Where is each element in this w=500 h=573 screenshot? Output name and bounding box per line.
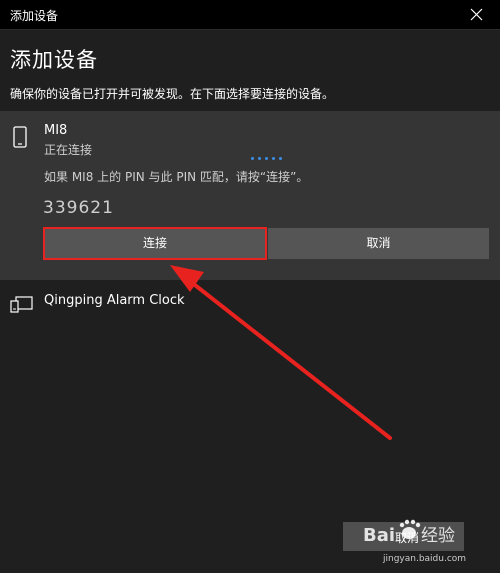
page-subtitle: 确保你的设备已打开并可被发现。在下面选择要连接的设备。 — [10, 87, 335, 101]
close-button[interactable] — [454, 0, 500, 29]
display-icon — [10, 296, 33, 313]
window-title: 添加设备 — [10, 9, 59, 23]
baidu-watermark-logo: Bai 经验 — [363, 519, 455, 546]
pin-code: 339621 — [43, 198, 114, 218]
svg-text:经验: 经验 — [421, 526, 455, 546]
progress-dots — [251, 157, 291, 163]
device-name: MI8 — [44, 123, 68, 138]
device-item-qingping[interactable]: Qingping Alarm Clock — [0, 288, 500, 320]
pin-prompt: 如果 MI8 上的 PIN 与此 PIN 匹配，请按“连接”。 — [44, 170, 309, 184]
device-name: Qingping Alarm Clock — [44, 293, 185, 308]
cancel-button[interactable]: 取消 — [268, 228, 489, 259]
phone-icon — [13, 126, 27, 148]
watermark-url: jingyan.baidu.com — [383, 554, 467, 564]
device-item-mi8[interactable]: MI8 正在连接 如果 MI8 上的 PIN 与此 PIN 匹配，请按“连接”。… — [0, 111, 500, 280]
close-icon — [470, 8, 483, 21]
title-bar: 添加设备 — [0, 0, 500, 30]
device-status: 正在连接 — [44, 143, 93, 157]
connect-button[interactable]: 连接 — [43, 227, 267, 260]
page-title: 添加设备 — [10, 48, 98, 72]
svg-text:Bai: Bai — [363, 525, 395, 546]
